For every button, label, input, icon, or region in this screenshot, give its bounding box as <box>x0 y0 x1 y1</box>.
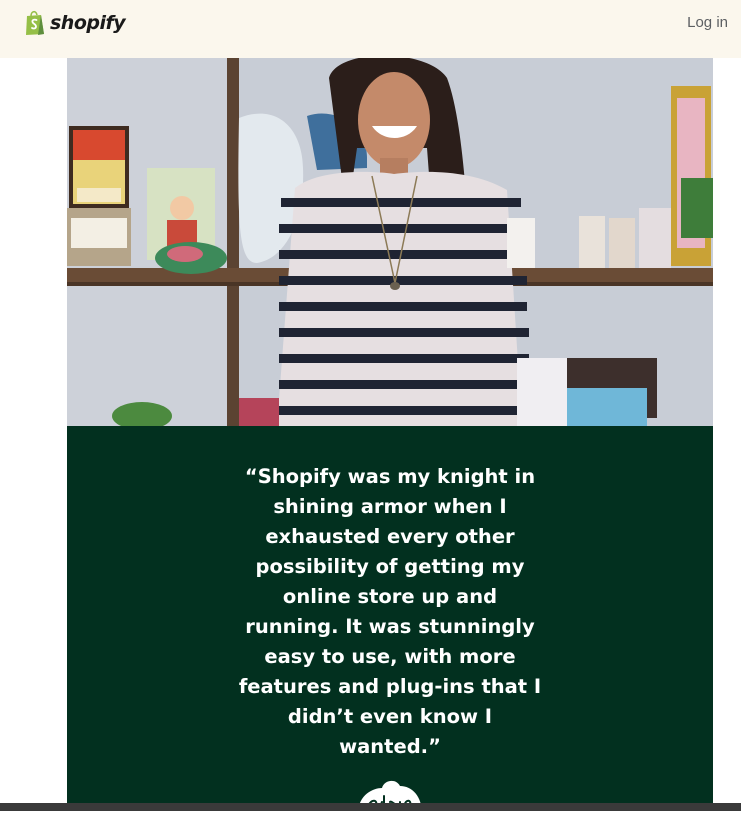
quote-line: possibility of getting my <box>255 555 525 578</box>
quote-line: shining armor when I <box>273 495 507 518</box>
quote-line: “Shopify was my knight in <box>244 465 536 488</box>
shopify-logo[interactable]: shopify <box>24 9 126 37</box>
quote-line: running. It was stunningly <box>245 615 535 638</box>
testimonial-panel: “Shopify was my knight in shining armor … <box>67 426 713 814</box>
bottom-edge <box>0 803 741 811</box>
quote-line: easy to use, with more <box>264 645 516 668</box>
login-link[interactable]: Log in <box>687 14 728 31</box>
testimonial-quote: “Shopify was my knight in shining armor … <box>67 462 713 762</box>
quote-line: wanted.” <box>339 735 441 758</box>
quote-line: exhausted every other <box>265 525 515 548</box>
quote-line: online store up and <box>282 585 498 608</box>
quote-line: features and plug-ins that I <box>238 675 542 698</box>
quote-line: didn’t even know I <box>287 705 493 728</box>
hero-photo <box>67 58 713 426</box>
hero-illustration <box>67 58 713 426</box>
site-header: shopify Log in <box>0 0 741 58</box>
shopping-bag-icon <box>26 10 44 35</box>
brand-name: shopify <box>50 12 126 34</box>
